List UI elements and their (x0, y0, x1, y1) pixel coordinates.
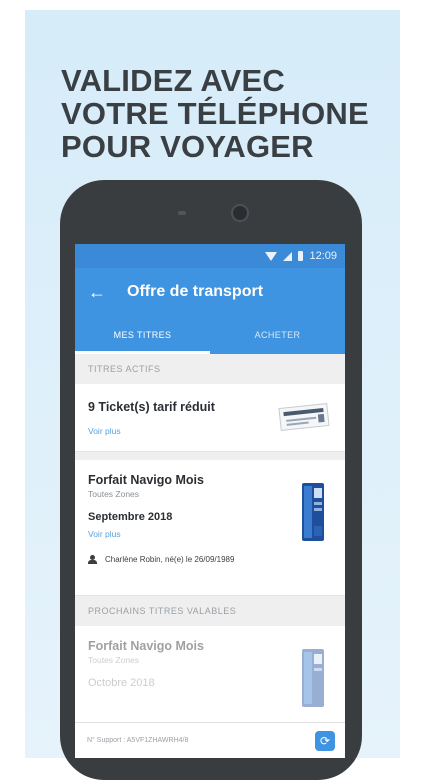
tab-label: ACHETER (254, 330, 301, 340)
navigo-next-period: Octobre 2018 (88, 677, 155, 689)
back-button[interactable]: ← (75, 268, 119, 316)
navigo-next-zones: Toutes Zones (88, 655, 140, 665)
ticket-icon (278, 403, 330, 431)
sync-button[interactable]: ⟳ (315, 730, 335, 751)
tab-label: MES TITRES (113, 330, 172, 340)
phone-screen: 12:09 ← Offre de transport MES TITRES AC… (75, 244, 345, 758)
navigo-title: Forfait Navigo Mois (88, 473, 204, 487)
section-header-active: TITRES ACTIFS (75, 354, 345, 384)
navigo-card-icon (302, 649, 324, 707)
phone-speaker (178, 211, 186, 215)
support-footer: N° Support : A5VF1ZHAWRH4/8 ⟳ (75, 722, 345, 758)
navigo-period: Septembre 2018 (88, 511, 173, 523)
status-bar: 12:09 (75, 244, 345, 268)
card-holder-row: Charlène Robin, né(e) le 26/09/1989 (88, 555, 332, 564)
tab-bar: MES TITRES ACHETER (75, 316, 345, 354)
ticket-card[interactable]: 9 Ticket(s) tarif réduit Voir plus (75, 384, 345, 452)
headline-line-1: VALIDEZ AVEC (61, 63, 286, 98)
active-tab-indicator (75, 351, 210, 354)
support-number: N° Support : A5VF1ZHAWRH4/8 (87, 737, 189, 744)
navigo-card-icon (302, 483, 324, 541)
phone-camera (231, 204, 249, 222)
navigo-zones: Toutes Zones (88, 489, 140, 499)
status-time: 12:09 (309, 250, 337, 262)
navigo-next-card[interactable]: Forfait Navigo Mois Toutes Zones Octobre… (75, 626, 345, 736)
card-holder-text: Charlène Robin, né(e) le 26/09/1989 (105, 555, 235, 564)
navigo-month-card[interactable]: Forfait Navigo Mois Toutes Zones Septemb… (75, 460, 345, 596)
tab-acheter[interactable]: ACHETER (210, 316, 345, 354)
navigo-next-title: Forfait Navigo Mois (88, 639, 204, 653)
wifi-icon (265, 251, 278, 261)
headline-line-3: POUR VOYAGER (61, 129, 314, 164)
headline-line-2: VOTRE TÉLÉPHONE (61, 96, 369, 131)
sync-icon: ⟳ (319, 733, 331, 748)
signal-icon (283, 251, 293, 261)
tab-mes-titres[interactable]: MES TITRES (75, 316, 210, 354)
person-icon (88, 555, 97, 564)
battery-icon (298, 251, 304, 261)
app-toolbar: ← Offre de transport (75, 268, 345, 316)
section-header-upcoming: PROCHAINS TITRES VALABLES (75, 596, 345, 626)
navigo-see-more-link[interactable]: Voir plus (88, 529, 332, 539)
toolbar-title: Offre de transport (127, 283, 264, 300)
promo-headline: VALIDEZ AVEC VOTRE TÉLÉPHONE POUR VOYAGE… (61, 64, 369, 163)
arrow-left-icon: ← (88, 281, 106, 302)
